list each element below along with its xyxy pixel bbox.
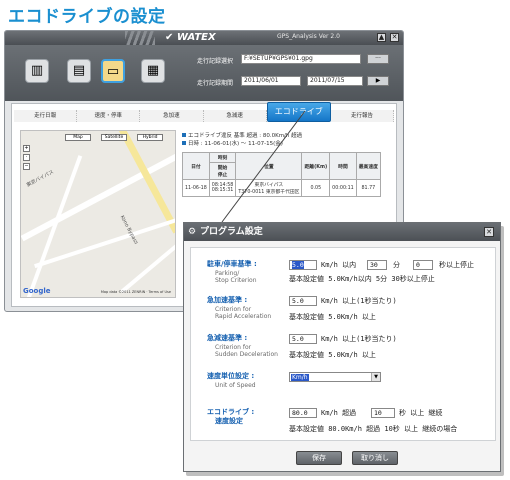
decel-unit: Km/h 以上(1秒当たり) [321, 335, 397, 343]
parking-speed-input[interactable]: 5.0 [289, 260, 317, 270]
dialog-body: 駐車/停車基準 : Parking/ Stop Criterion 5.0 Km… [190, 247, 496, 441]
speed-unit-select[interactable]: Km/h ▼ [289, 372, 381, 382]
eco-label-sub: 速度設定 [215, 417, 243, 425]
parking-default-text: 基本設定値 5.0Km/h以内 5分 30秒以上停止 [289, 275, 435, 283]
dialog-close-button[interactable]: ✕ [484, 227, 494, 237]
parking-label-en: Stop Criterion [215, 277, 257, 284]
speed-unit-value: Km/h [291, 374, 309, 381]
chevron-down-icon[interactable]: ▼ [371, 373, 380, 381]
save-button[interactable]: 保存 [296, 451, 342, 465]
parking-label: 駐車/停車基準 : [207, 260, 257, 268]
program-settings-dialog: ⚙ プログラム設定 ✕ 駐車/停車基準 : Parking/ Stop Crit… [183, 222, 501, 472]
eco-speed-input[interactable]: 80.0 [289, 408, 317, 418]
minutes-unit: 分 [393, 261, 400, 269]
parking-seconds-input[interactable]: 0 [413, 260, 433, 270]
eco-label: エコドライブ : [207, 408, 255, 416]
accel-label-en: Criterion for [215, 306, 252, 313]
decel-input[interactable]: 5.0 [289, 334, 317, 344]
eco-seconds-unit: 秒 以上 継続 [399, 409, 443, 417]
decel-label-en: Sudden Deceleration [215, 351, 278, 358]
seconds-unit: 秒以上停止 [439, 261, 474, 269]
settings-icon: ⚙ [188, 227, 197, 237]
cancel-button[interactable]: 取り消し [352, 451, 398, 465]
accel-label: 急加速基準 : [207, 296, 248, 304]
decel-label-en: Criterion for [215, 344, 252, 351]
accel-default-text: 基本設定値 5.0Km/h 以上 [289, 313, 376, 321]
accel-unit: Km/h 以上(1秒当たり) [321, 297, 397, 305]
parking-label-en: Parking/ [215, 270, 240, 277]
speed-unit-label: 速度単位設定 : [207, 372, 255, 380]
speed-unit-label-en: Unit of Speed [215, 382, 256, 389]
eco-default-text: 基本設定値 80.0Km/h 超過 10秒 以上 継続の場合 [289, 425, 458, 433]
decel-default-text: 基本設定値 5.0Km/h 以上 [289, 351, 376, 359]
parking-speed-unit: Km/h 以内 [321, 261, 357, 269]
dialog-title: プログラム設定 [200, 227, 263, 237]
eco-speed-unit: Km/h 超過 [321, 409, 357, 417]
decel-label: 急減速基準 : [207, 334, 248, 342]
accel-label-en: Rapid Acceleration [215, 313, 272, 320]
accel-input[interactable]: 5.0 [289, 296, 317, 306]
parking-minutes-input[interactable]: 30 [367, 260, 387, 270]
dialog-titlebar: ⚙ プログラム設定 ✕ [184, 223, 500, 241]
eco-seconds-input[interactable]: 10 [371, 408, 395, 418]
